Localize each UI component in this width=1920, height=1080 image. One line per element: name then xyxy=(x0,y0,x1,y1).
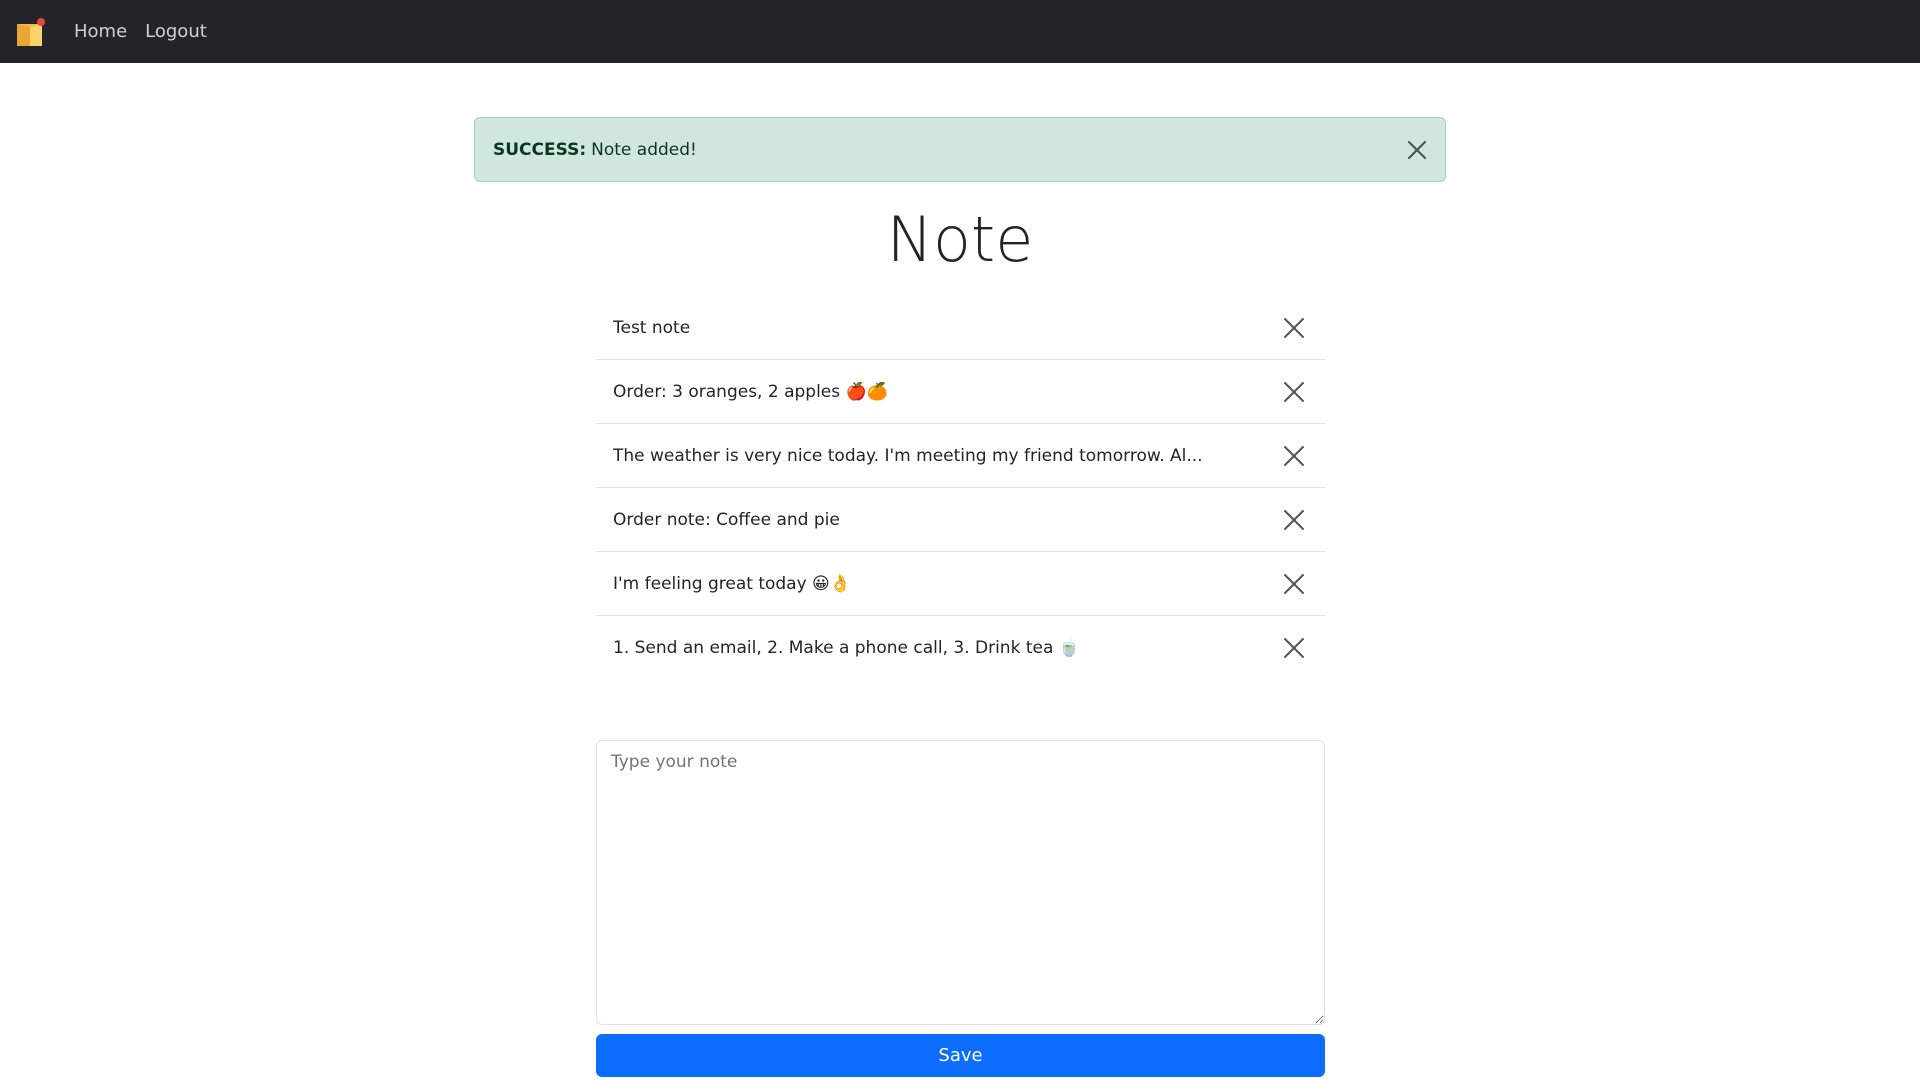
delete-note-icon[interactable] xyxy=(1281,635,1307,661)
note-text: I'm feeling great today 😀👌 xyxy=(613,573,851,594)
note-input[interactable] xyxy=(596,740,1325,1025)
notes-list: Test note Order: 3 oranges, 2 apples 🍎🍊 … xyxy=(596,296,1325,680)
nav-link-home[interactable]: Home xyxy=(74,21,127,42)
delete-note-icon[interactable] xyxy=(1281,443,1307,469)
list-item: Order note: Coffee and pie xyxy=(596,488,1325,552)
note-text: Test note xyxy=(613,317,691,338)
alert-label: SUCCESS: xyxy=(493,139,587,160)
delete-note-icon[interactable] xyxy=(1281,571,1307,597)
note-text: Order note: Coffee and pie xyxy=(613,509,840,530)
list-item: Test note xyxy=(596,296,1325,360)
list-item: The weather is very nice today. I'm meet… xyxy=(596,424,1325,488)
close-icon[interactable] xyxy=(1405,138,1429,162)
page-title: Note xyxy=(886,203,1034,276)
note-text: Order: 3 oranges, 2 apples 🍎🍊 xyxy=(613,381,888,402)
delete-note-icon[interactable] xyxy=(1281,315,1307,341)
list-item: 1. Send an email, 2. Make a phone call, … xyxy=(596,616,1325,680)
list-item: I'm feeling great today 😀👌 xyxy=(596,552,1325,616)
alert-message: Note added! xyxy=(591,139,697,160)
note-text: The weather is very nice today. I'm meet… xyxy=(613,445,1203,466)
note-text: 1. Send an email, 2. Make a phone call, … xyxy=(613,638,1080,658)
success-alert: SUCCESS: Note added! xyxy=(474,117,1446,182)
delete-note-icon[interactable] xyxy=(1281,507,1307,533)
save-button[interactable]: Save xyxy=(596,1034,1325,1077)
navbar: Home Logout xyxy=(0,0,1920,63)
sticky-note-icon[interactable] xyxy=(14,15,48,49)
list-item: Order: 3 oranges, 2 apples 🍎🍊 xyxy=(596,360,1325,424)
nav-link-logout[interactable]: Logout xyxy=(145,21,207,42)
delete-note-icon[interactable] xyxy=(1281,379,1307,405)
